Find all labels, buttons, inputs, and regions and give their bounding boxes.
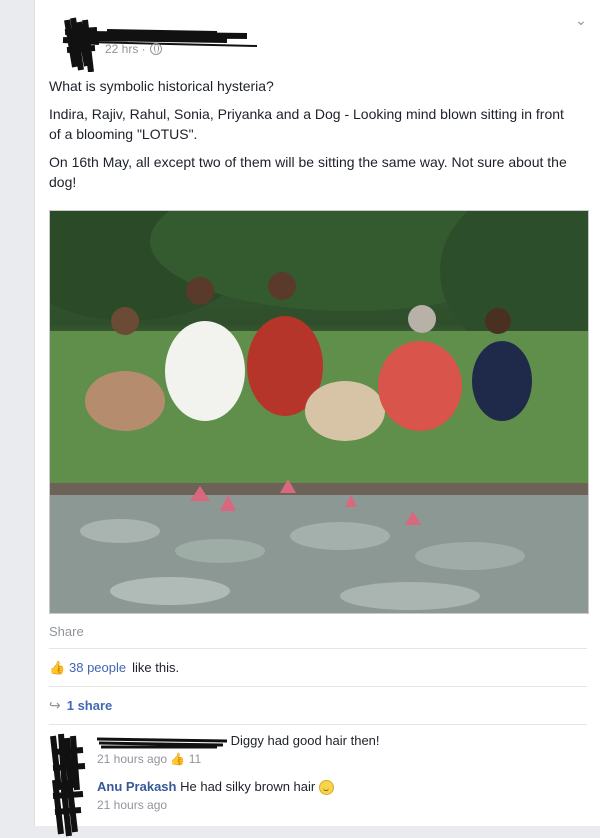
- post-text: What is symbolic historical hysteria? In…: [49, 76, 579, 200]
- thumbs-up-icon: 👍: [49, 659, 66, 675]
- likes-summary: 👍 38 people like this.: [49, 660, 179, 675]
- post-timestamp[interactable]: 22 hrs ·: [105, 42, 162, 56]
- likes-suffix: like this.: [132, 660, 180, 675]
- post-card: 22 hrs · ⌄ What is symbolic historical h…: [34, 0, 600, 837]
- comment-text: Diggy had good hair then!: [230, 733, 380, 748]
- divider: [49, 686, 587, 687]
- comment-author-link[interactable]: Anu Prakash: [97, 779, 176, 794]
- shares-summary[interactable]: ↪ 1 share: [49, 697, 112, 714]
- photo-illustration: [50, 211, 588, 613]
- shares-count[interactable]: 1 share: [67, 698, 113, 713]
- comment-likes-count[interactable]: 11: [189, 752, 201, 766]
- divider: [49, 724, 587, 725]
- globe-icon: [149, 43, 162, 55]
- comment-text: He had silky brown hair: [180, 779, 316, 794]
- comment-meta: 21 hours ago: [97, 796, 577, 814]
- comment-time[interactable]: 21 hours ago: [97, 798, 167, 812]
- comment-time[interactable]: 21 hours ago: [97, 752, 167, 766]
- post-paragraph: Indira, Rajiv, Rahul, Sonia, Priyanka an…: [49, 106, 564, 142]
- share-arrow-icon: ↪: [49, 697, 61, 713]
- smile-icon: [318, 780, 334, 796]
- post-photo[interactable]: [49, 210, 589, 614]
- comment-meta: 21 hours ago 👍 11: [97, 750, 577, 768]
- thumbs-up-icon: 👍: [170, 752, 186, 766]
- share-button[interactable]: Share: [49, 624, 84, 639]
- likes-count-link[interactable]: 38 people: [69, 660, 126, 675]
- post-paragraph: On 16th May, all except two of them will…: [49, 154, 567, 190]
- divider: [49, 648, 587, 649]
- redacted-commenter-scribble: [96, 737, 228, 749]
- page-background-strip: [0, 0, 34, 837]
- comment-body: Diggy had good hair then! 21 hours ago 👍…: [96, 732, 577, 768]
- post-paragraph: What is symbolic historical hysteria?: [49, 78, 274, 94]
- comment: Diggy had good hair then! 21 hours ago 👍…: [49, 732, 579, 792]
- timestamp-text[interactable]: 22 hrs ·: [105, 42, 146, 56]
- comment: Anu Prakash He had silky brown hair 21 h…: [49, 778, 579, 837]
- chevron-down-icon[interactable]: ⌄: [573, 12, 589, 28]
- redacted-avatar-scribble: [52, 779, 84, 837]
- comment-body: Anu Prakash He had silky brown hair 21 h…: [97, 778, 577, 814]
